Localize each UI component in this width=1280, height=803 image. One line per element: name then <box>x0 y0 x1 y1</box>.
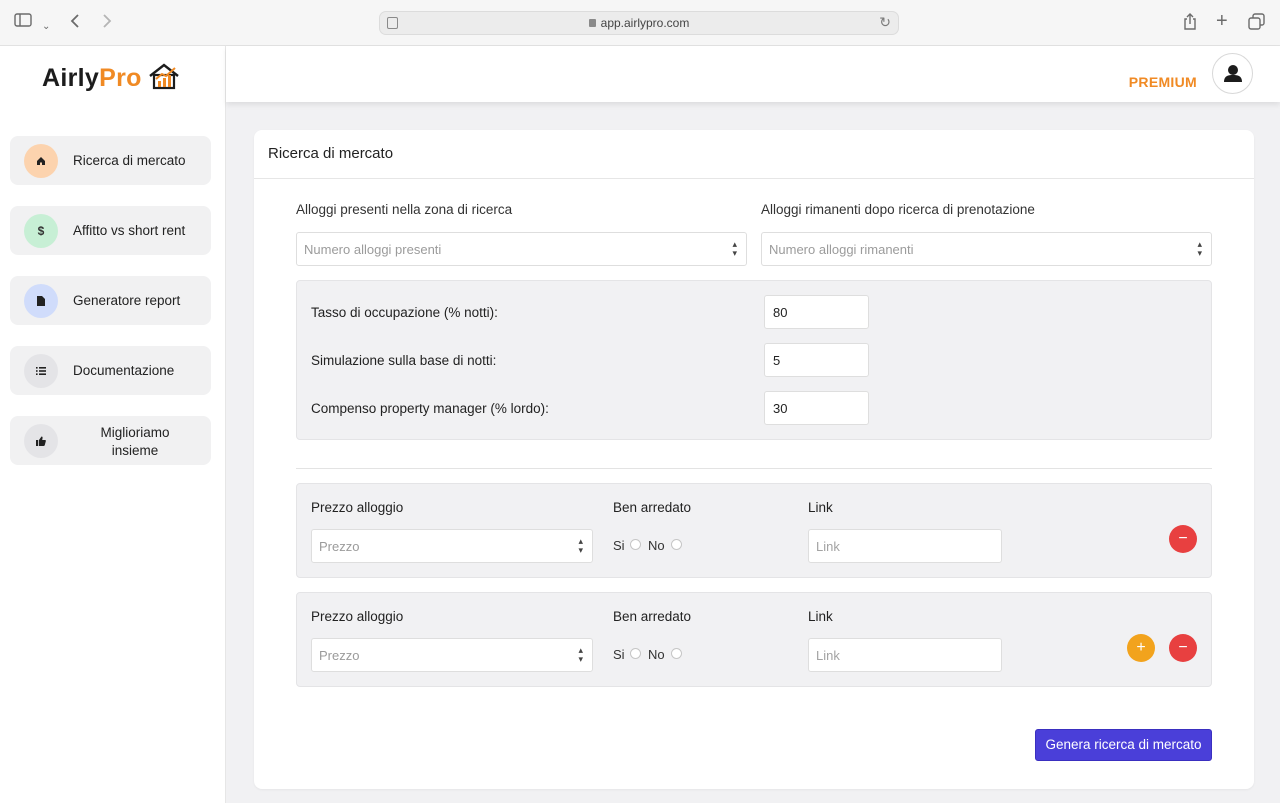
link-label: Link <box>808 500 833 515</box>
title-divider <box>254 178 1254 179</box>
thumbs-up-icon <box>24 424 58 458</box>
share-icon[interactable] <box>1183 13 1197 37</box>
list-icon <box>24 354 58 388</box>
occupancy-rate-label: Tasso di occupazione (% notti): <box>311 305 498 320</box>
price-placeholder: Prezzo <box>319 539 360 554</box>
sidebar-item-label: Miglioriamo insieme <box>100 425 170 458</box>
url-value: app.airlypro.com <box>600 16 690 30</box>
tabs-overview-icon[interactable] <box>1248 13 1265 36</box>
generate-research-button[interactable]: Genera ricerca di mercato <box>1035 729 1212 761</box>
sidebar-item-label: Generatore report <box>73 293 181 308</box>
select-arrows-icon: ▴ ▾ <box>732 239 737 258</box>
back-arrow-icon[interactable] <box>70 13 80 35</box>
link-input[interactable]: Link <box>808 529 1002 563</box>
nights-simulation-input[interactable]: 5 <box>764 343 869 377</box>
section-divider <box>296 468 1212 469</box>
sidebar-item-documentazione[interactable]: Documentazione <box>10 346 211 395</box>
user-icon <box>1224 65 1242 82</box>
radio-no[interactable] <box>671 539 682 550</box>
home-icon <box>24 144 58 178</box>
add-row-button[interactable]: + <box>1127 634 1155 662</box>
sidebar: AirlyPro Ricerca di mercato $ Affitto vs… <box>0 46 226 803</box>
alloggi-rimanenti-placeholder: Numero alloggi rimanenti <box>769 242 914 257</box>
occupancy-rate-input[interactable]: 80 <box>764 295 869 329</box>
alloggi-rimanenti-label: Alloggi rimanenti dopo ricerca di prenot… <box>761 202 1035 217</box>
radio-no-label: No <box>648 647 665 662</box>
price-placeholder: Prezzo <box>319 648 360 663</box>
market-research-card: Ricerca di mercato Alloggi presenti nell… <box>254 130 1254 789</box>
brand-name-part2: Pro <box>99 64 142 92</box>
minus-icon: − <box>1178 530 1188 547</box>
document-icon <box>24 284 58 318</box>
link-placeholder: Link <box>816 648 840 663</box>
minus-icon: − <box>1178 639 1188 656</box>
stepper-arrows-icon: ▴ ▾ <box>578 645 583 664</box>
new-tab-icon[interactable]: + <box>1216 11 1228 31</box>
user-avatar[interactable] <box>1212 53 1253 94</box>
brand-logo[interactable]: AirlyPro <box>42 64 142 93</box>
stepper-arrows-icon: ▴ ▾ <box>578 536 583 555</box>
url-text: app.airlypro.com <box>380 16 898 30</box>
alloggi-presenti-label: Alloggi presenti nella zona di ricerca <box>296 202 513 217</box>
manager-fee-label: Compenso property manager (% lordo): <box>311 401 549 416</box>
furnished-label: Ben arredato <box>613 500 692 515</box>
radio-yes[interactable] <box>630 539 641 550</box>
lock-icon <box>588 19 596 27</box>
link-placeholder: Link <box>816 539 840 554</box>
link-label: Link <box>808 609 833 624</box>
sidebar-item-miglioriamo-insieme[interactable]: Miglioriamo insieme <box>10 416 211 465</box>
radio-yes[interactable] <box>630 648 641 659</box>
radio-no-label: No <box>648 538 665 553</box>
alloggi-presenti-placeholder: Numero alloggi presenti <box>304 242 442 257</box>
plus-icon: + <box>1136 639 1146 656</box>
chevron-down-icon[interactable]: ⌄ <box>42 17 50 37</box>
price-input[interactable]: Prezzo ▴ ▾ <box>311 529 593 563</box>
listing-row: Prezzo alloggio Prezzo ▴ ▾ Ben arredato S… <box>296 483 1212 578</box>
sidebar-item-label: Affitto vs short rent <box>73 223 186 238</box>
house-logo-icon <box>149 63 179 90</box>
listing-row: Prezzo alloggio Prezzo ▴ ▾ Ben arredato S… <box>296 592 1212 687</box>
price-input[interactable]: Prezzo ▴ ▾ <box>311 638 593 672</box>
furnished-label: Ben arredato <box>613 609 692 624</box>
nights-simulation-label: Simulazione sulla base di notti: <box>311 353 497 368</box>
manager-fee-input[interactable]: 30 <box>764 391 869 425</box>
link-input[interactable]: Link <box>808 638 1002 672</box>
brand-name-part1: Airly <box>42 64 100 92</box>
select-arrows-icon: ▴ ▾ <box>1197 239 1202 258</box>
remove-row-button[interactable]: − <box>1169 634 1197 662</box>
sidebar-toggle-icon[interactable] <box>14 13 32 33</box>
sidebar-item-ricerca-di-mercato[interactable]: Ricerca di mercato <box>10 136 211 185</box>
sidebar-item-label: Ricerca di mercato <box>73 153 186 168</box>
address-bar[interactable]: app.airlypro.com ↻ <box>379 11 899 35</box>
sidebar-item-affitto-vs-short-rent[interactable]: $ Affitto vs short rent <box>10 206 211 255</box>
radio-yes-label: Si <box>613 647 625 662</box>
parameters-panel: Tasso di occupazione (% notti): 80 Simul… <box>296 280 1212 440</box>
radio-yes-label: Si <box>613 538 625 553</box>
browser-toolbar: ⌄ app.airlypro.com ↻ + <box>0 0 1280 46</box>
price-label: Prezzo alloggio <box>311 500 404 515</box>
top-header: PREMIUM <box>226 46 1280 102</box>
page-title: Ricerca di mercato <box>268 145 394 162</box>
price-label: Prezzo alloggio <box>311 609 404 624</box>
radio-no[interactable] <box>671 648 682 659</box>
plan-badge: PREMIUM <box>1128 74 1197 90</box>
forward-arrow-icon[interactable] <box>102 13 112 35</box>
alloggi-rimanenti-select[interactable]: Numero alloggi rimanenti ▴ ▾ <box>761 232 1212 266</box>
reload-icon[interactable]: ↻ <box>879 14 891 31</box>
alloggi-presenti-select[interactable]: Numero alloggi presenti ▴ ▾ <box>296 232 747 266</box>
sidebar-item-label: Documentazione <box>73 363 175 378</box>
dollar-icon: $ <box>24 214 58 248</box>
sidebar-item-generatore-report[interactable]: Generatore report <box>10 276 211 325</box>
remove-row-button[interactable]: − <box>1169 525 1197 553</box>
